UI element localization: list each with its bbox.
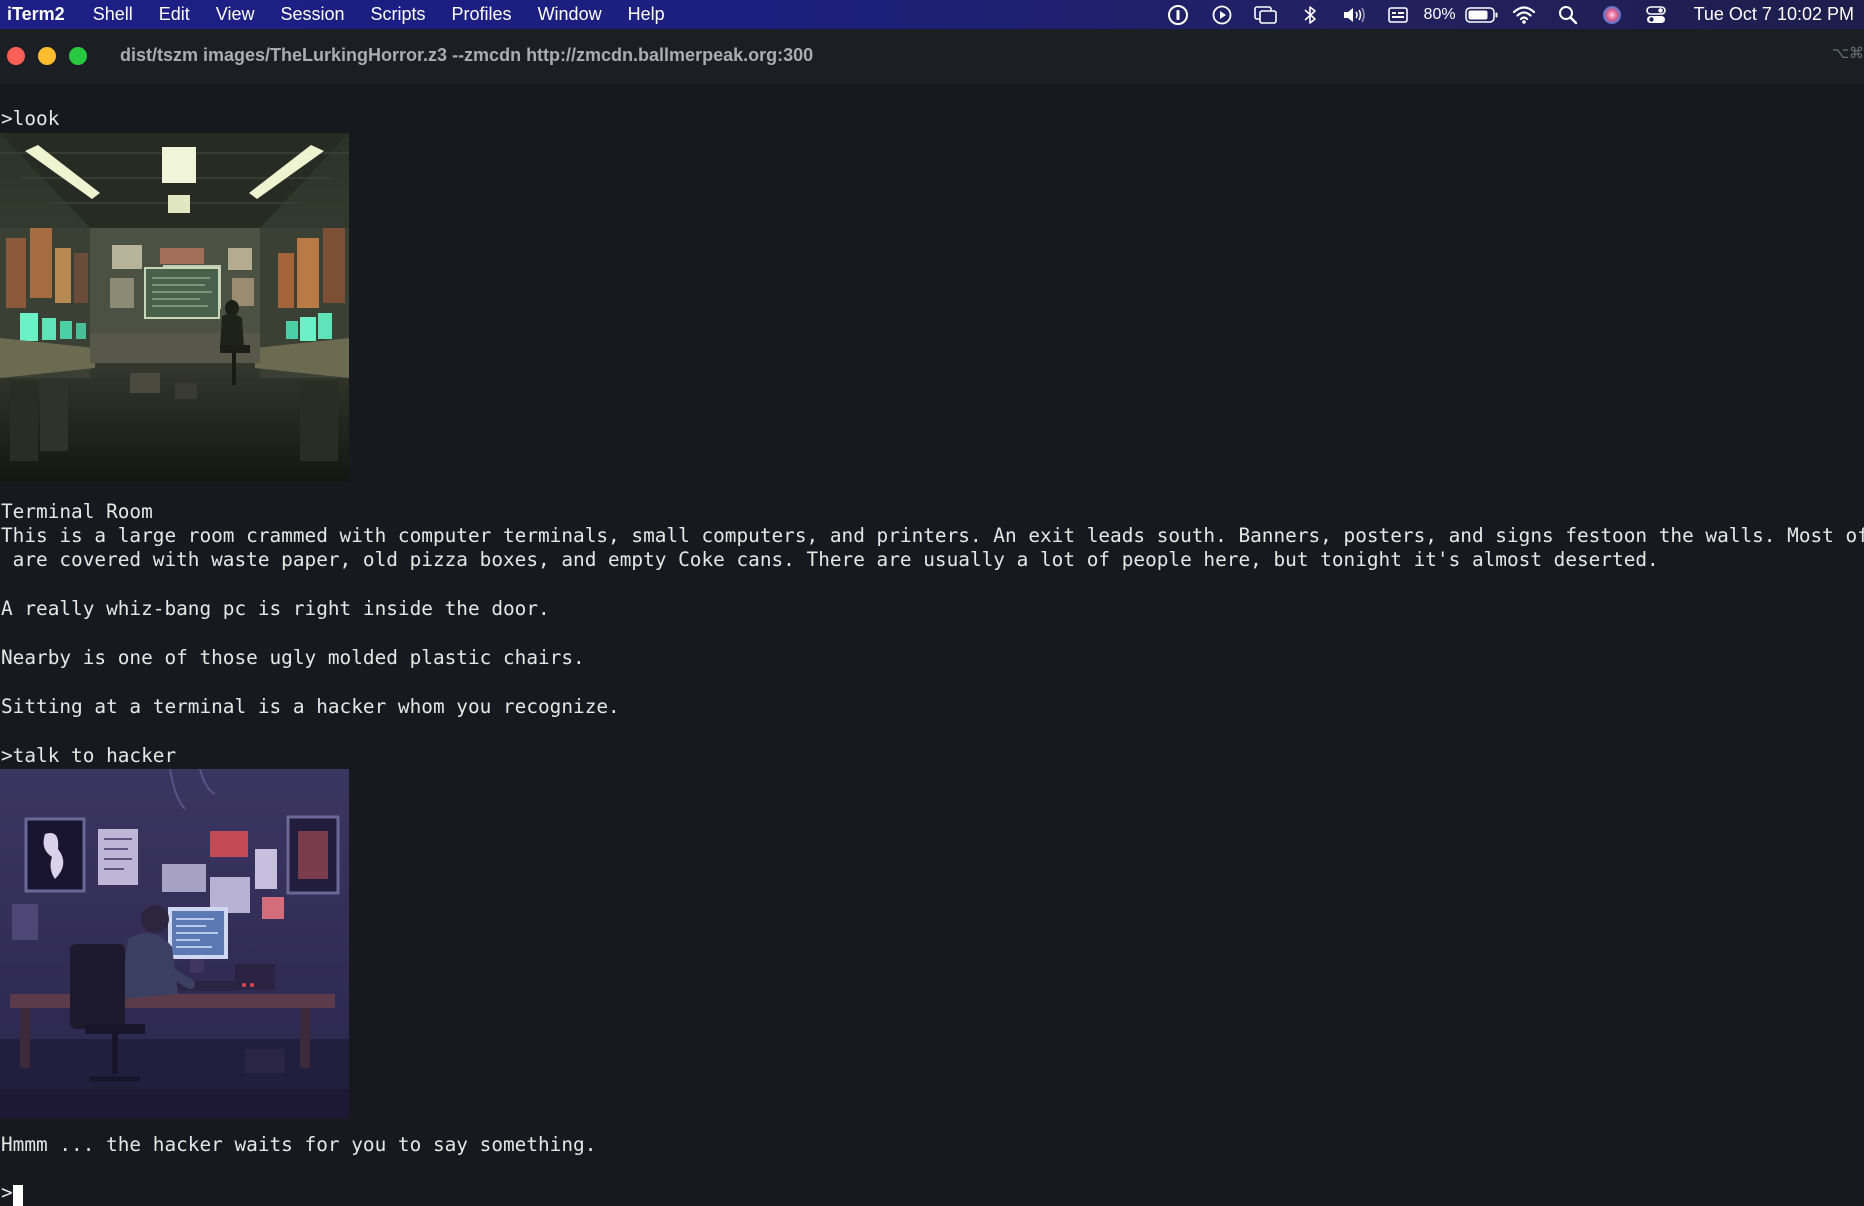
input-source-icon[interactable] [1376, 0, 1420, 29]
menu-scripts[interactable]: Scripts [358, 0, 439, 29]
screen-mirroring-icon[interactable] [1244, 0, 1288, 29]
menu-shell[interactable]: Shell [80, 0, 146, 29]
menu-profiles[interactable]: Profiles [439, 0, 525, 29]
menu-list: iTerm2 Shell Edit View Session Scripts P… [0, 0, 678, 29]
room-description-line-2: are covered with waste paper, old pizza … [1, 548, 1659, 571]
terminal-room-image [0, 133, 349, 482]
battery-percent: 80% [1423, 5, 1456, 23]
menu-app-iterm2[interactable]: iTerm2 [0, 0, 80, 29]
battery-icon[interactable] [1462, 0, 1502, 29]
command-look: >look [1, 107, 60, 130]
status-area: 80% Tue Oct 7 10:02 PM [1156, 0, 1864, 29]
spotlight-search-icon[interactable] [1546, 0, 1590, 29]
menu-session[interactable]: Session [267, 0, 357, 29]
control-center-icon[interactable] [1634, 0, 1678, 29]
hacker-image [0, 769, 349, 1118]
text-cursor[interactable] [13, 1185, 23, 1206]
menu-edit[interactable]: Edit [146, 0, 203, 29]
input-prompt: > [1, 1181, 13, 1204]
volume-icon[interactable] [1332, 0, 1376, 29]
minimize-window-button[interactable] [38, 46, 56, 65]
menubar-clock[interactable]: Tue Oct 7 10:02 PM [1678, 4, 1864, 25]
menu-view[interactable]: View [203, 0, 268, 29]
window-title-bar[interactable]: dist/tszm images/TheLurkingHorror.z3 --z… [0, 29, 1864, 83]
window-shortcut-hint: ⌥⌘ [1831, 45, 1864, 62]
close-window-button[interactable] [7, 46, 25, 65]
play-circle-icon[interactable] [1200, 0, 1244, 29]
menu-bar: iTerm2 Shell Edit View Session Scripts P… [0, 0, 1864, 29]
room-name: Terminal Room [1, 500, 153, 523]
menu-window[interactable]: Window [525, 0, 615, 29]
bluetooth-icon[interactable] [1288, 0, 1332, 29]
zoom-window-button[interactable] [69, 46, 87, 65]
object-chair-text: Nearby is one of those ugly molded plast… [1, 646, 585, 669]
menu-help[interactable]: Help [615, 0, 678, 29]
object-pc-text: A really whiz-bang pc is right inside th… [1, 597, 550, 620]
terminal-session[interactable]: >look Terminal Room This is a large room… [0, 83, 1864, 1206]
command-talk-to-hacker: >talk to hacker [1, 744, 177, 767]
siri-icon[interactable] [1590, 0, 1634, 29]
hacker-presence-text: Sitting at a terminal is a hacker whom y… [1, 695, 620, 718]
wifi-icon[interactable] [1502, 0, 1546, 29]
room-description-line-1: This is a large room crammed with comput… [1, 524, 1864, 547]
window-title: dist/tszm images/TheLurkingHorror.z3 --z… [120, 45, 814, 65]
traffic-lights [7, 46, 100, 65]
hacker-response-text: Hmmm ... the hacker waits for you to say… [1, 1133, 597, 1156]
1password-icon[interactable] [1156, 0, 1200, 29]
